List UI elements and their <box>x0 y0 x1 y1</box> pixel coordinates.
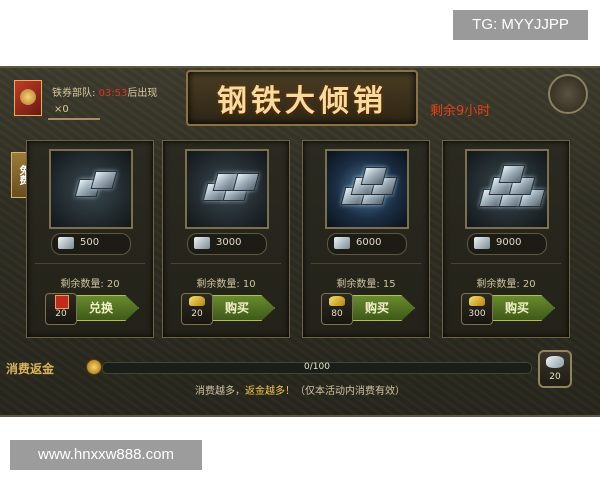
steel-amount: 6000 <box>327 233 407 255</box>
steel-icon <box>194 237 210 249</box>
gold-coin-icon <box>86 359 102 375</box>
steel-icon <box>334 237 350 249</box>
steel-item-icon[interactable] <box>465 149 549 229</box>
card-divider <box>35 263 145 264</box>
red-envelope-icon <box>14 80 42 116</box>
offer-card: 3000 剩余数量: 10 购买 20 <box>162 140 290 338</box>
steel-amount-value: 6000 <box>356 237 382 248</box>
watermark-bottom: www.hnxxw888.com <box>10 440 202 470</box>
silver-ingot-icon <box>546 356 564 368</box>
cost-chip: 20 <box>181 293 213 325</box>
close-button[interactable] <box>548 74 588 114</box>
cost-chip: 300 <box>461 293 493 325</box>
watermark-top: TG: MYYJJPP <box>453 10 588 40</box>
steel-ingot-icon <box>90 171 118 189</box>
cost-value: 20 <box>191 309 203 319</box>
voucher-divider <box>48 118 100 120</box>
gold-ingot-icon <box>469 296 485 306</box>
cost-value: 80 <box>331 309 343 319</box>
page-title: 钢铁大倾销 <box>217 84 387 119</box>
remaining-stock: 剩余数量: 20 <box>476 279 536 290</box>
steel-item-icon[interactable] <box>325 149 409 229</box>
cost-value: 300 <box>468 309 486 319</box>
rebate-hint: 消费越多，返金越多！（仅本活动内消费有效） <box>0 382 600 397</box>
title-plate: 钢铁大倾销 <box>186 70 418 126</box>
hint-part1: 消费越多， <box>195 386 245 397</box>
red-envelope-icon <box>55 295 69 309</box>
steel-icon <box>474 237 490 249</box>
remaining-stock: 剩余数量: 15 <box>336 279 396 290</box>
steel-sale-panel: 铁券部队: 03:53后出现 ×0 钢铁大倾销 剩余9小时 免费 500 剩余数量… <box>0 66 600 417</box>
card-divider <box>451 263 561 264</box>
remaining-stock: 剩余数量: 20 <box>60 279 120 290</box>
card-divider <box>311 263 421 264</box>
steel-ingot-icon <box>232 173 260 191</box>
voucher-label: 铁券部队: <box>52 88 96 99</box>
cost-chip: 20 <box>45 293 77 325</box>
remaining-stock: 剩余数量: 10 <box>196 279 256 290</box>
steel-icon <box>58 237 74 249</box>
voucher-count: ×0 <box>54 104 69 115</box>
hint-part2: （仅本活动内消费有效） <box>295 386 405 397</box>
cost-chip: 80 <box>321 293 353 325</box>
gold-ingot-icon <box>329 296 345 306</box>
voucher-timer: 03:53 <box>98 88 128 99</box>
voucher-timer-line: 铁券部队: 03:53后出现 <box>52 84 157 99</box>
card-divider <box>171 263 281 264</box>
rebate-progress-bar: 0/100 <box>102 362 532 374</box>
steel-amount: 9000 <box>467 233 547 255</box>
offer-card: 9000 剩余数量: 20 购买 300 <box>442 140 570 338</box>
steel-amount-value: 3000 <box>216 237 242 248</box>
steel-amount: 500 <box>51 233 131 255</box>
rebate-progress-text: 0/100 <box>304 362 330 372</box>
gold-ingot-icon <box>189 296 205 306</box>
steel-amount-value: 500 <box>80 237 100 248</box>
remaining-time: 剩余9小时 <box>430 104 491 119</box>
rebate-label: 消费返金 <box>6 362 55 376</box>
offer-card: 6000 剩余数量: 15 购买 80 <box>302 140 430 338</box>
steel-item-icon[interactable] <box>185 149 269 229</box>
cost-value: 20 <box>55 309 67 319</box>
steel-amount-value: 9000 <box>496 237 522 248</box>
hint-highlight: 返金越多！ <box>245 386 295 397</box>
offer-card: 500 剩余数量: 20 兑换 20 <box>26 140 154 338</box>
rebate-reward-value: 20 <box>549 372 561 382</box>
steel-amount: 3000 <box>187 233 267 255</box>
steel-item-icon[interactable] <box>49 149 133 229</box>
voucher-suffix: 后出现 <box>127 88 158 99</box>
